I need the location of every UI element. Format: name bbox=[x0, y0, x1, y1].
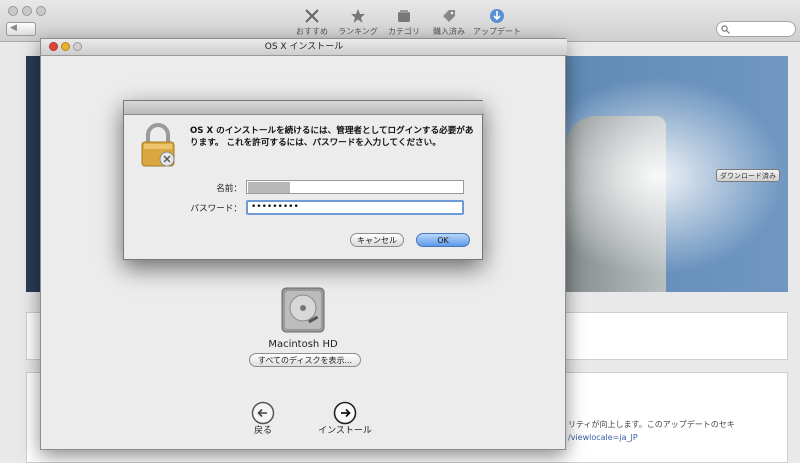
redacted-name bbox=[248, 182, 290, 193]
minimize-button[interactable] bbox=[22, 6, 32, 16]
tab-categories[interactable]: カテゴリ bbox=[379, 8, 429, 37]
installer-zoom-button[interactable] bbox=[73, 42, 82, 51]
back-arrow-icon[interactable] bbox=[251, 401, 275, 425]
back-forward-nav[interactable]: ◀ bbox=[6, 22, 36, 36]
close-button[interactable] bbox=[8, 6, 18, 16]
hard-disk-icon[interactable] bbox=[278, 284, 328, 336]
app-store-toolbar: ◀ おすすめ ランキング カテゴリ 購入済み アップデート bbox=[0, 0, 800, 42]
featured-icon bbox=[305, 9, 319, 23]
name-label: 名前： bbox=[216, 184, 242, 194]
name-field[interactable] bbox=[246, 180, 464, 194]
zoom-button[interactable] bbox=[36, 6, 46, 16]
back-button-label[interactable]: 戻る bbox=[247, 423, 279, 436]
password-label: パスワード： bbox=[190, 204, 242, 214]
purchased-tag-icon bbox=[443, 10, 455, 22]
back-arrow-icon[interactable]: ◀ bbox=[7, 23, 17, 33]
cancel-button[interactable]: キャンセル bbox=[350, 233, 404, 247]
installer-titlebar: OS X インストール bbox=[41, 39, 567, 56]
dialog-titlebar bbox=[124, 101, 484, 115]
downloaded-badge[interactable]: ダウンロード済み bbox=[716, 169, 780, 182]
install-button-label[interactable]: インストール bbox=[311, 423, 379, 436]
ok-button[interactable]: OK bbox=[416, 233, 470, 247]
installer-minimize-button[interactable] bbox=[61, 42, 70, 51]
lock-icon bbox=[141, 123, 175, 167]
admin-auth-dialog: OS X のインストールを続けるには、管理者としてログインする必要があります。 … bbox=[123, 100, 484, 260]
tab-featured[interactable]: おすすめ bbox=[287, 8, 337, 37]
tab-ranking[interactable]: ランキング bbox=[333, 8, 383, 37]
tab-updates[interactable]: アップデート bbox=[472, 8, 522, 37]
auth-message: OS X のインストールを続けるには、管理者としてログインする必要があります。 … bbox=[190, 126, 474, 148]
installer-close-button[interactable] bbox=[49, 42, 58, 51]
password-field[interactable]: ••••••••• bbox=[246, 200, 464, 215]
search-input[interactable] bbox=[716, 21, 796, 37]
update-notes-text: リティが向上します。このアップデートのセキ /viewlocale=ja_JP bbox=[568, 418, 800, 444]
show-all-disks-button[interactable]: すべてのディスクを表示... bbox=[249, 353, 361, 367]
tab-purchased[interactable]: 購入済み bbox=[424, 8, 474, 37]
forward-arrow-icon[interactable] bbox=[333, 401, 357, 425]
disk-label: Macintosh HD bbox=[268, 339, 338, 350]
star-icon bbox=[351, 9, 365, 23]
window-title: OS X インストール bbox=[264, 42, 344, 52]
search-icon bbox=[721, 25, 730, 34]
updates-download-icon bbox=[490, 9, 504, 23]
locale-link[interactable]: /viewlocale=ja_JP bbox=[568, 431, 800, 444]
categories-icon bbox=[398, 10, 410, 22]
